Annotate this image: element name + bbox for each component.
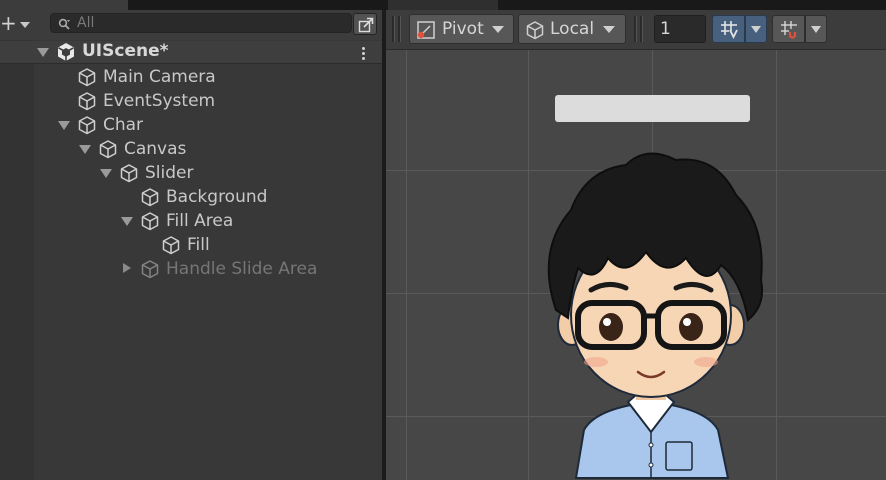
- toolbar-grip: [640, 16, 643, 42]
- chevron-down-icon: [603, 26, 615, 33]
- grid-snap-icon: [721, 21, 738, 39]
- window-tab-strip: [0, 0, 886, 10]
- expand-arrow-icon[interactable]: [58, 121, 70, 130]
- cube-icon: [99, 140, 117, 159]
- open-window-icon: [358, 17, 374, 33]
- cube-icon: [78, 116, 96, 135]
- cube-icon: [78, 92, 96, 111]
- toolbar-grip: [398, 16, 401, 42]
- hierarchy-panel: + UIScene*: [0, 10, 382, 480]
- hierarchy-item-char[interactable]: Char: [0, 113, 382, 137]
- cube-icon: [141, 260, 159, 279]
- expand-arrow-icon[interactable]: [100, 169, 112, 178]
- local-space-icon: [526, 21, 544, 40]
- toolbar-grip: [634, 16, 637, 42]
- scene-name: UIScene*: [82, 41, 169, 61]
- chevron-down-icon: [20, 22, 30, 28]
- grid-visibility-dropdown[interactable]: [805, 15, 827, 43]
- grid-snap-dropdown[interactable]: [745, 15, 767, 43]
- toolbar-grip: [392, 16, 395, 42]
- open-scene-button[interactable]: [353, 13, 377, 35]
- cube-icon: [120, 164, 138, 183]
- chevron-down-icon: [492, 26, 504, 33]
- hierarchy-item-fill-area[interactable]: Fill Area: [0, 209, 382, 233]
- hierarchy-item-main-camera[interactable]: Main Camera: [0, 65, 382, 89]
- hierarchy-tab[interactable]: [0, 0, 128, 10]
- cube-icon: [78, 68, 96, 87]
- slider-background[interactable]: [555, 95, 750, 122]
- search-field[interactable]: [50, 13, 352, 33]
- item-label: Fill: [187, 235, 210, 255]
- hierarchy-item-slider[interactable]: Slider: [0, 161, 382, 185]
- hierarchy-item-canvas[interactable]: Canvas: [0, 137, 382, 161]
- search-icon: [58, 18, 70, 30]
- cube-icon: [141, 188, 159, 207]
- character-sprite[interactable]: [516, 140, 786, 480]
- grid-visibility-toggle[interactable]: [772, 15, 805, 43]
- unity-logo-icon: [58, 43, 74, 61]
- space-label: Local: [550, 19, 595, 39]
- item-label: EventSystem: [103, 91, 216, 111]
- hierarchy-item-eventsystem[interactable]: EventSystem: [0, 89, 382, 113]
- chevron-down-icon: [811, 26, 821, 33]
- scene-tab[interactable]: [388, 0, 498, 10]
- expand-arrow-icon[interactable]: [121, 217, 133, 226]
- space-dropdown[interactable]: Local: [518, 14, 626, 44]
- pivot-icon: [417, 21, 435, 39]
- expand-arrow-icon[interactable]: [79, 145, 91, 154]
- cube-icon: [162, 236, 180, 255]
- search-input[interactable]: [77, 14, 347, 32]
- add-button[interactable]: +: [0, 11, 36, 36]
- grid-snap-toggle[interactable]: [712, 15, 745, 43]
- plus-icon: +: [0, 11, 17, 35]
- item-label: Main Camera: [103, 67, 216, 87]
- hierarchy-item-fill[interactable]: Fill: [0, 233, 382, 257]
- pivot-dropdown[interactable]: Pivot: [409, 14, 514, 44]
- cube-icon: [141, 212, 159, 231]
- more-options-icon[interactable]: [355, 46, 371, 62]
- hierarchy-toolbar: +: [0, 10, 382, 40]
- item-label: Slider: [145, 163, 194, 183]
- scene-row[interactable]: UIScene*: [0, 41, 382, 64]
- scene-view[interactable]: Pivot Local 1: [386, 10, 886, 480]
- grid-visibility-icon: [781, 21, 797, 39]
- chevron-down-icon: [751, 26, 761, 33]
- item-label: Handle Slide Area: [166, 259, 318, 279]
- expand-arrow-icon[interactable]: [37, 48, 49, 57]
- item-label: Fill Area: [166, 211, 234, 231]
- pivot-label: Pivot: [442, 19, 484, 39]
- collapsed-arrow-icon[interactable]: [123, 263, 131, 273]
- hierarchy-item-handle-slide-area[interactable]: Handle Slide Area: [0, 257, 382, 281]
- snap-increment-field[interactable]: 1: [654, 15, 706, 43]
- hierarchy-item-background[interactable]: Background: [0, 185, 382, 209]
- scene-toolbar: Pivot Local 1: [386, 10, 886, 50]
- item-label: Canvas: [124, 139, 187, 159]
- item-label: Background: [166, 187, 268, 207]
- item-label: Char: [103, 115, 144, 135]
